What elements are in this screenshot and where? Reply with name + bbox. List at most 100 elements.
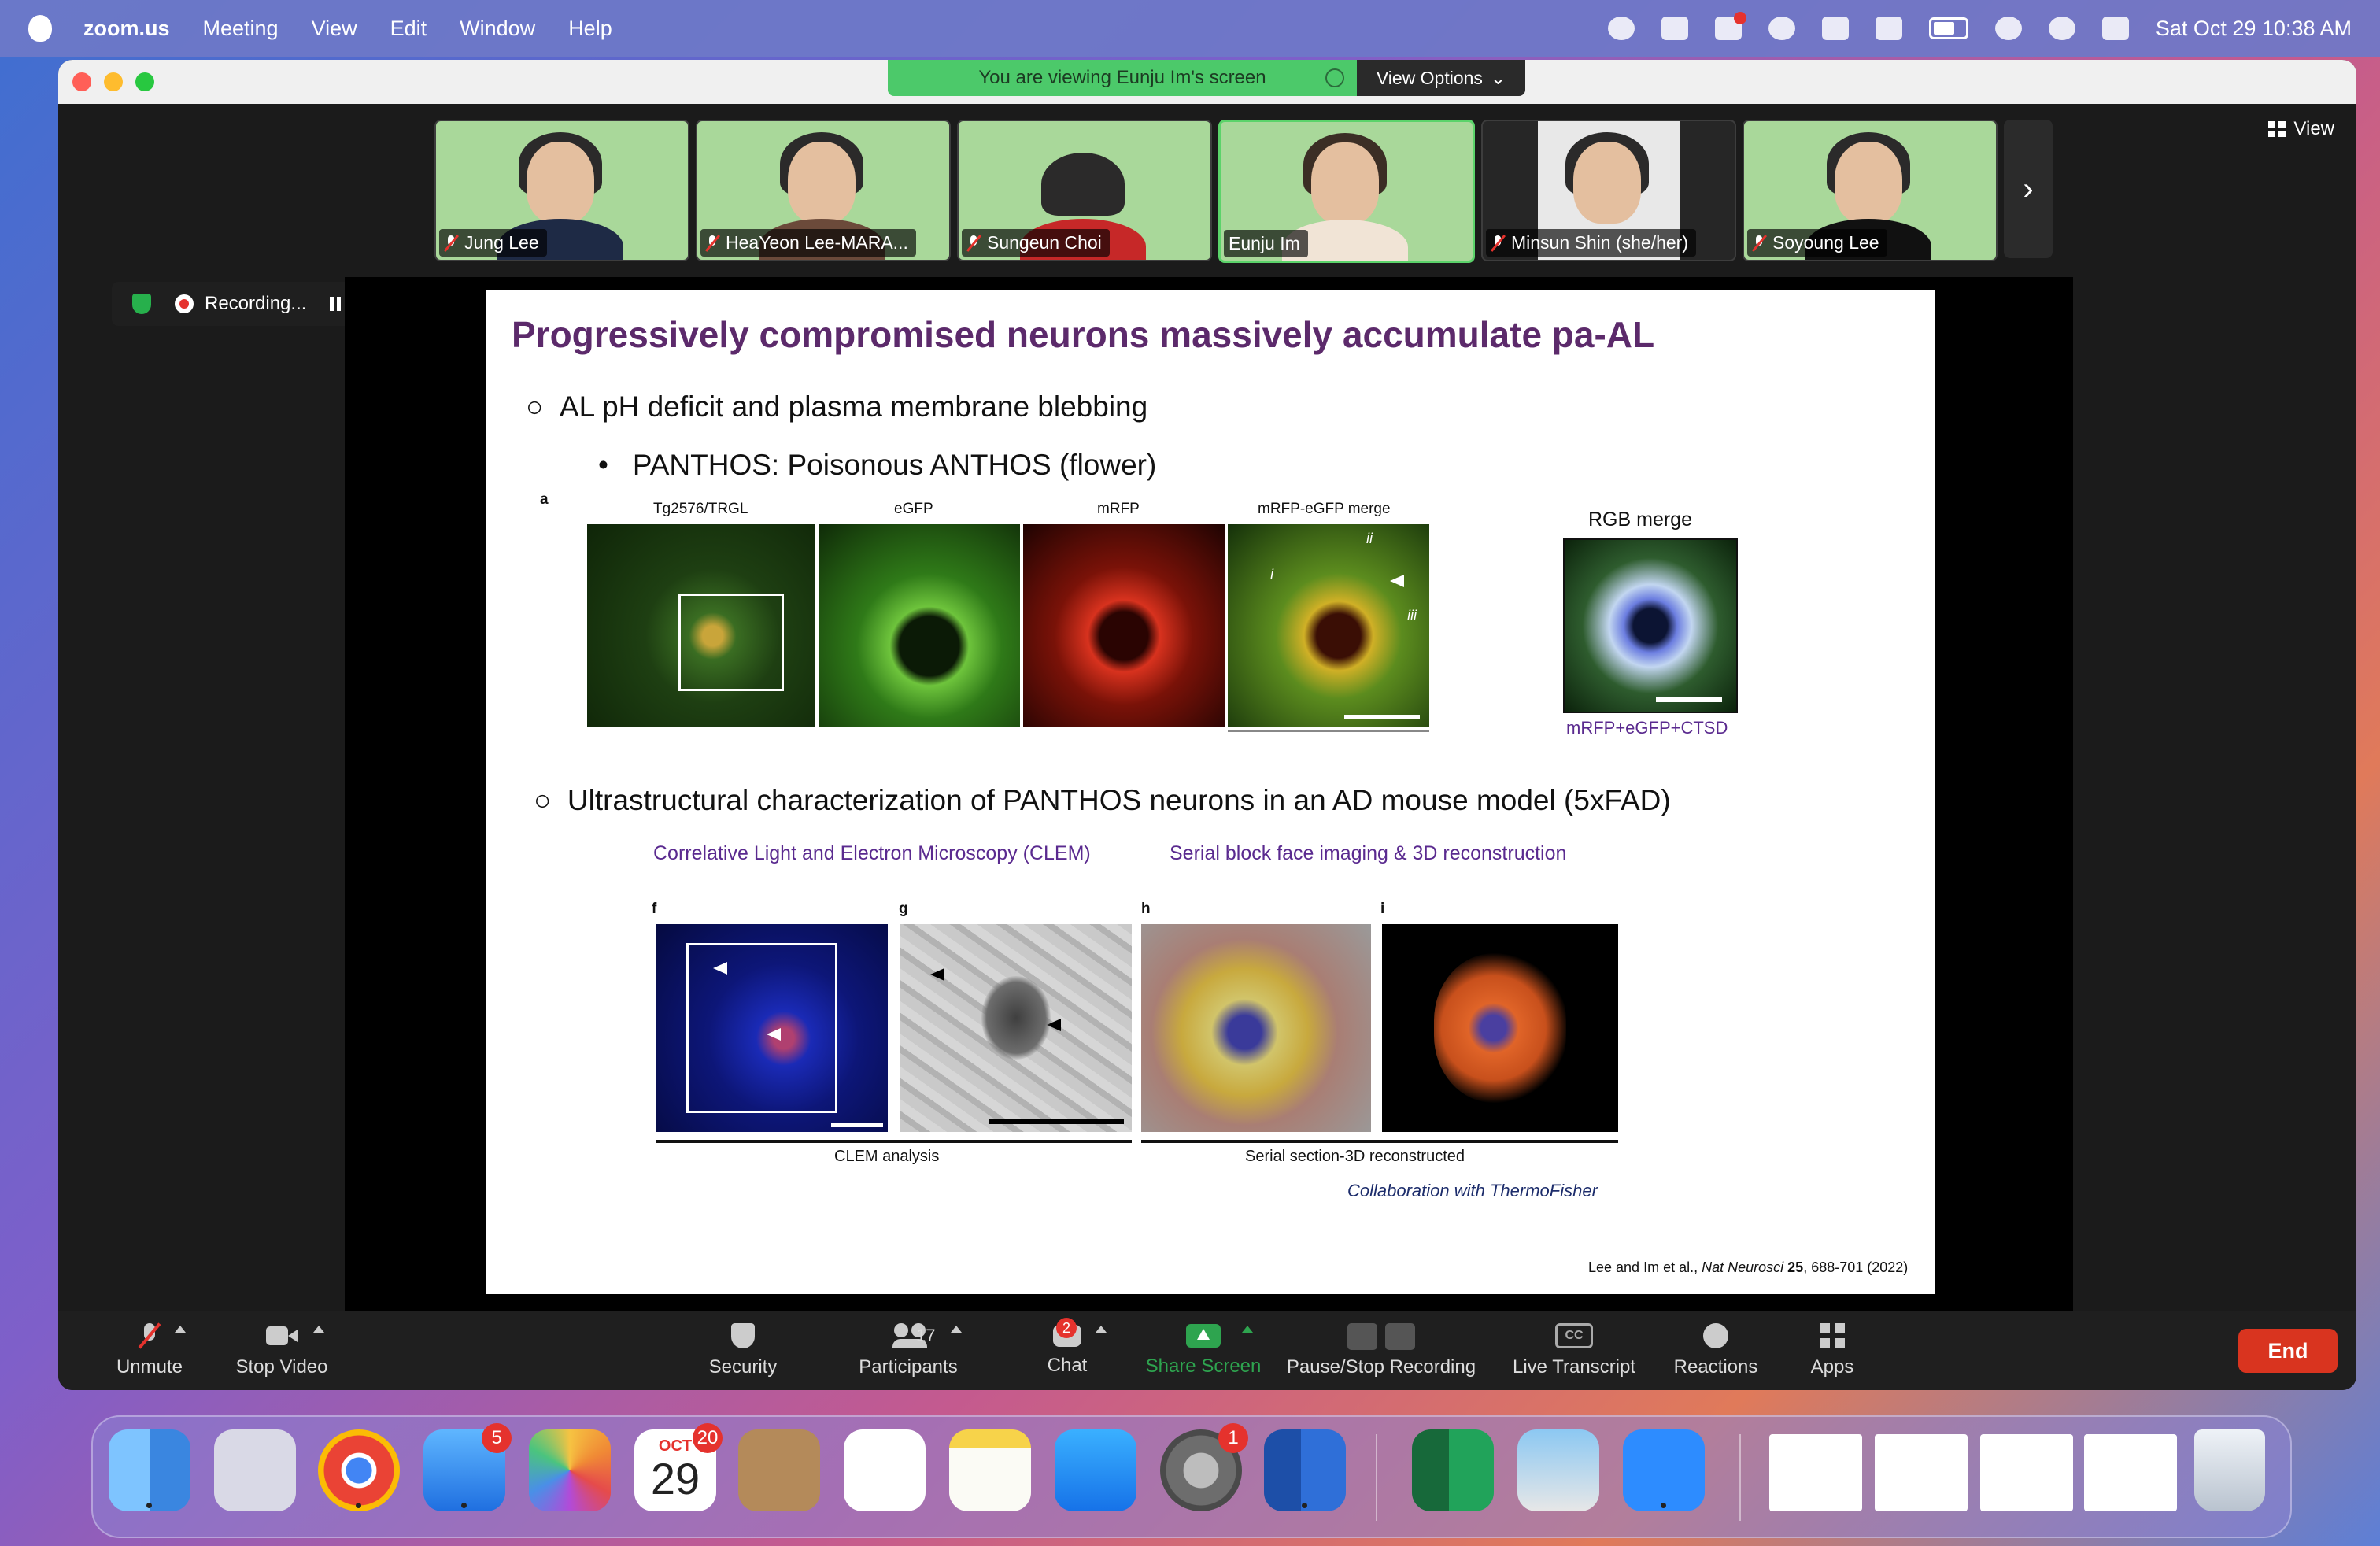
photos-icon[interactable] <box>529 1429 611 1511</box>
participants-button[interactable]: Participants <box>830 1311 987 1390</box>
control-center-icon[interactable] <box>2101 17 2129 40</box>
view-layout-button[interactable]: View <box>2268 118 2334 140</box>
wifi-icon[interactable] <box>1994 17 2022 40</box>
participants-options-caret-icon[interactable] <box>951 1326 962 1333</box>
finder-icon[interactable] <box>109 1429 190 1511</box>
participant-face <box>788 142 856 224</box>
apps-button[interactable]: Apps <box>1793 1311 1872 1390</box>
trash-icon[interactable] <box>2194 1429 2265 1511</box>
reactions-button[interactable]: Reactions <box>1661 1311 1771 1390</box>
menu-meeting[interactable]: Meeting <box>203 17 279 41</box>
share-screen-button[interactable]: Share Screen <box>1130 1311 1277 1390</box>
chat-options-caret-icon[interactable] <box>1096 1326 1107 1333</box>
minimize-window-button[interactable] <box>104 72 123 91</box>
view-layout-label: View <box>2293 118 2334 139</box>
security-button[interactable]: Security <box>696 1311 790 1390</box>
close-window-button[interactable] <box>72 72 91 91</box>
pause-recording-icon[interactable] <box>330 297 342 311</box>
excel-icon[interactable] <box>1412 1429 1494 1511</box>
pause-stop-icon <box>1347 1323 1415 1350</box>
calendar-badge: 20 <box>693 1423 722 1453</box>
system-settings-icon[interactable]: 1 <box>1160 1423 1248 1511</box>
participant-name: Sungeun Choi <box>987 232 1102 253</box>
panel-a-letter: a <box>540 491 549 508</box>
video-options-caret-icon[interactable] <box>313 1326 324 1333</box>
end-meeting-button[interactable]: End <box>2238 1329 2338 1373</box>
pause-stop-recording-button[interactable]: Pause/Stop Recording <box>1275 1311 1488 1390</box>
audio-options-caret-icon[interactable] <box>175 1326 186 1333</box>
menu-view[interactable]: View <box>312 17 357 41</box>
smiley-reaction-icon <box>1703 1323 1728 1348</box>
micrograph-merge: ii i iii <box>1228 524 1429 727</box>
muted-mic-icon <box>1491 235 1505 252</box>
panel-label-merge: mRFP-eGFP merge <box>1258 501 1391 517</box>
participant-tile[interactable]: HeaYeon Lee-MARA... <box>696 120 951 261</box>
minimized-window-thumbnail[interactable] <box>1769 1434 1862 1511</box>
security-status-icon[interactable] <box>1768 17 1795 40</box>
video-camera-icon <box>266 1323 298 1348</box>
citation-volume: 25 <box>1787 1259 1804 1275</box>
slide-bullet-1: ○ AL pH deficit and plasma membrane bleb… <box>526 390 1148 423</box>
reminders-icon[interactable] <box>844 1429 926 1511</box>
menu-edit[interactable]: Edit <box>390 17 427 41</box>
participant-tile[interactable]: Jung Lee <box>434 120 689 261</box>
encryption-shield-icon[interactable] <box>132 294 151 314</box>
launchpad-icon[interactable] <box>214 1429 296 1511</box>
scale-bar <box>989 1119 1124 1124</box>
participant-tile-active-speaker[interactable]: Eunju Im <box>1218 120 1475 263</box>
participant-tile[interactable]: Minsun Shin (she/her) <box>1481 120 1736 261</box>
pineapple-icon[interactable] <box>1821 17 1849 40</box>
app-store-icon[interactable] <box>1055 1429 1136 1511</box>
muted-microphone-icon <box>134 1323 165 1348</box>
zoom-window-button[interactable] <box>135 72 154 91</box>
menu-help[interactable]: Help <box>568 17 612 41</box>
running-indicator <box>356 1503 361 1508</box>
mail-badge: 5 <box>482 1423 512 1453</box>
battery-icon[interactable] <box>1928 17 1968 39</box>
micrograph-serial-section <box>1141 924 1371 1132</box>
minimized-window-thumbnail[interactable] <box>1980 1434 2073 1511</box>
menu-bar-clock[interactable]: Sat Oct 29 10:38 AM <box>2156 17 2352 41</box>
contacts-icon[interactable] <box>738 1429 820 1511</box>
zoom-status-icon[interactable] <box>1607 17 1635 40</box>
recording-dot-icon <box>175 294 194 313</box>
dropbox-icon[interactable] <box>1714 12 1746 40</box>
participant-tile[interactable]: Sungeun Choi <box>957 120 1212 261</box>
view-options-button[interactable]: View Options ⌄ <box>1357 60 1525 96</box>
slide-bullet-3-text: Ultrastructural characterization of PANT… <box>567 784 1671 816</box>
input-method-icon[interactable] <box>1875 17 1902 40</box>
chrome-icon[interactable] <box>318 1429 400 1511</box>
share-options-caret-icon[interactable] <box>1242 1326 1253 1333</box>
participant-name-tag: Sungeun Choi <box>962 229 1110 257</box>
mail-icon[interactable]: 5 <box>423 1423 512 1511</box>
live-transcript-button[interactable]: CC Live Transcript <box>1491 1311 1658 1390</box>
unmute-button[interactable]: Unmute <box>94 1311 205 1390</box>
participant-name-tag: Eunju Im <box>1224 230 1308 257</box>
running-indicator <box>146 1503 152 1508</box>
preview-icon[interactable] <box>1517 1429 1599 1511</box>
participant-tile[interactable]: Soyoung Lee <box>1743 120 1998 261</box>
zoom-meeting-window: You are viewing Eunju Im's screen View O… <box>58 60 2356 1390</box>
participant-face <box>1573 142 1641 224</box>
minimized-window-thumbnail[interactable] <box>2084 1434 2177 1511</box>
screen-share-banner-text: You are viewing Eunju Im's screen <box>978 67 1266 88</box>
stop-video-button[interactable]: Stop Video <box>213 1311 351 1390</box>
slide-bullet-2: • PANTHOS: Poisonous ANTHOS (flower) <box>598 449 1156 482</box>
menu-app-name[interactable]: zoom.us <box>83 17 170 41</box>
menu-window[interactable]: Window <box>460 17 535 41</box>
apps-label: Apps <box>1810 1356 1854 1378</box>
screen-mirror-icon[interactable] <box>1661 17 1688 40</box>
apple-menu-icon[interactable] <box>28 15 52 42</box>
minimized-window-thumbnail[interactable] <box>1875 1434 1968 1511</box>
macos-menu-bar: zoom.us Meeting View Edit Window Help Sa… <box>0 0 2380 57</box>
next-participants-button[interactable]: › <box>2004 120 2053 258</box>
notes-icon[interactable] <box>949 1429 1031 1511</box>
window-title-bar: You are viewing Eunju Im's screen View O… <box>58 60 2356 104</box>
word-icon[interactable] <box>1264 1429 1346 1511</box>
zoom-app-icon[interactable] <box>1623 1429 1705 1511</box>
calendar-icon[interactable]: OCT 29 20 <box>634 1423 722 1511</box>
slide-bullet-2-text: PANTHOS: Poisonous ANTHOS (flower) <box>632 449 1157 481</box>
merge-marker-ii: ii <box>1366 531 1373 546</box>
spotlight-search-icon[interactable] <box>2048 17 2075 40</box>
subheading-clem: Correlative Light and Electron Microscop… <box>653 842 1091 864</box>
